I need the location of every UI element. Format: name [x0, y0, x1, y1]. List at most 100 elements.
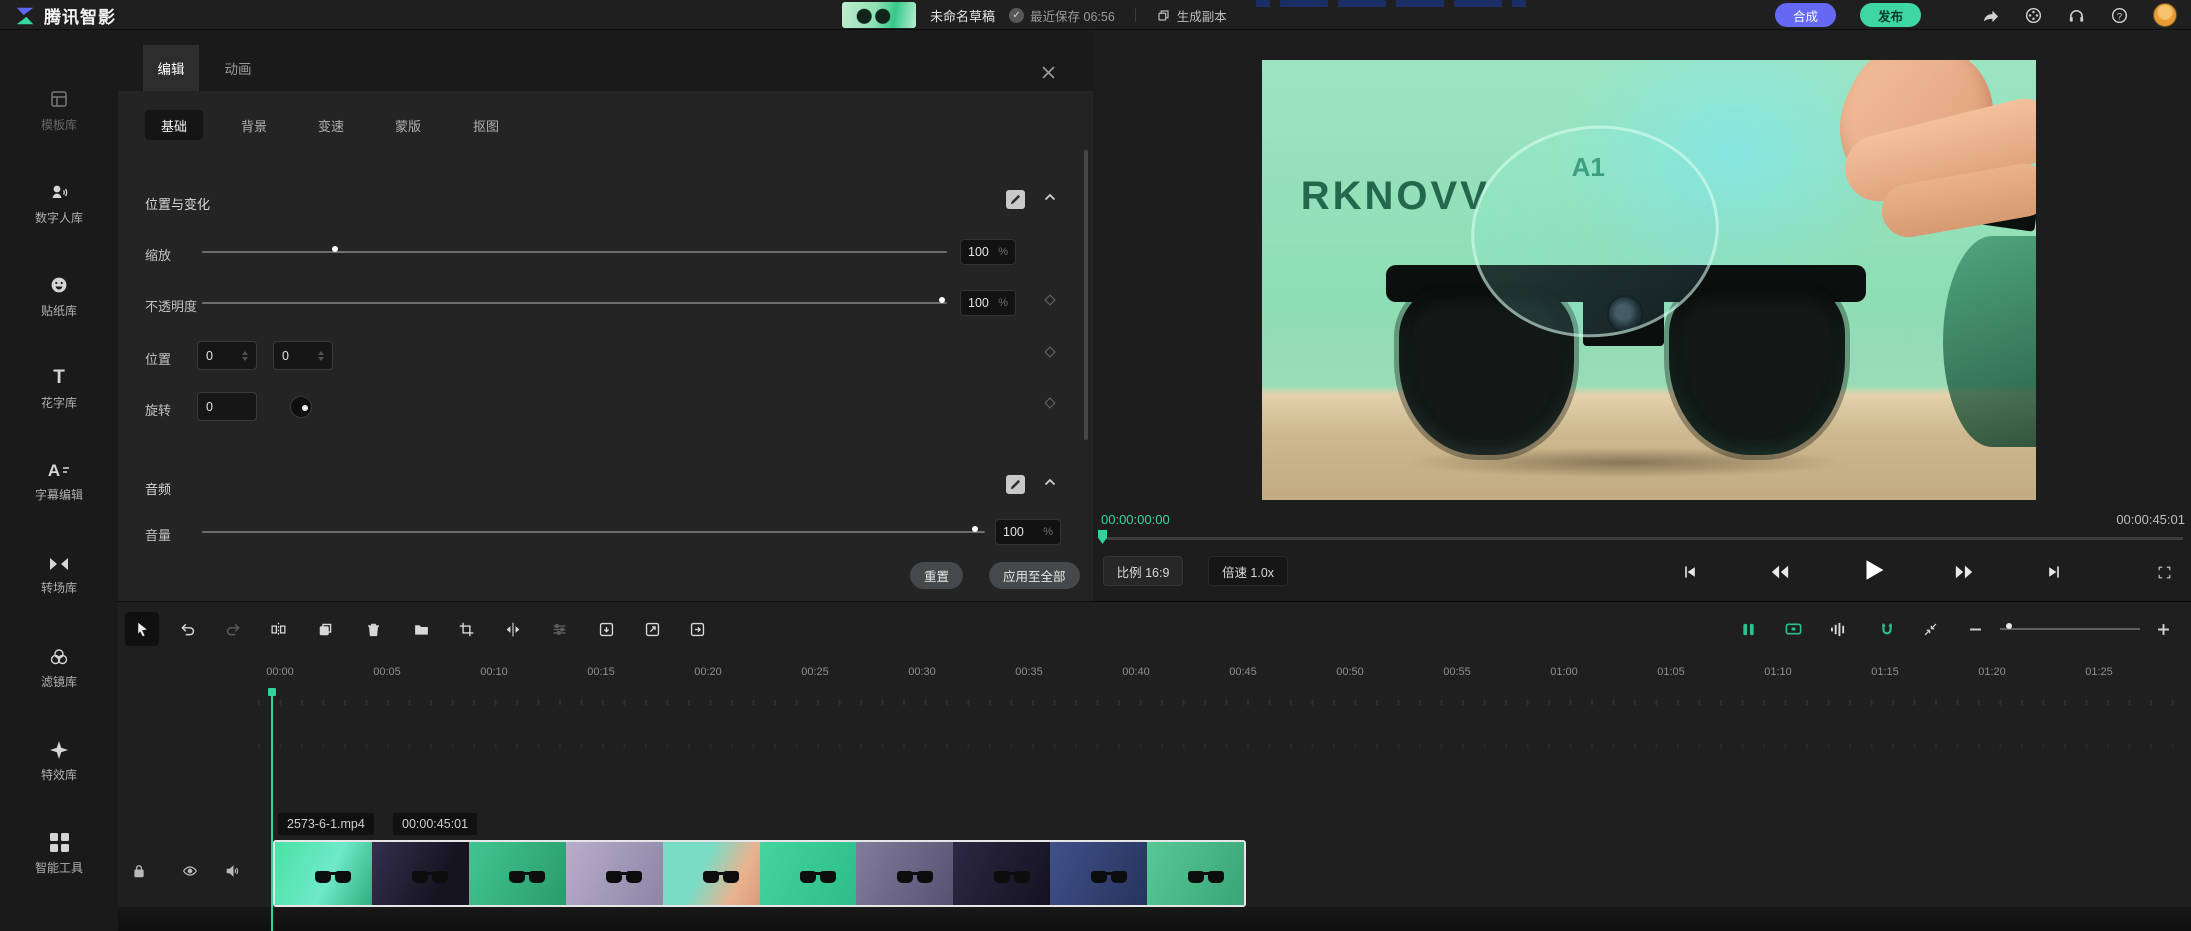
subtab-basic[interactable]: 基础: [145, 110, 203, 140]
subtab-cutout[interactable]: 抠图: [457, 110, 515, 140]
video-clip[interactable]: [273, 840, 1246, 907]
copy-clip-icon[interactable]: [308, 612, 342, 646]
video-brand-text: RKNOVV: [1301, 174, 1490, 219]
draft-name[interactable]: 未命名草稿: [930, 6, 995, 25]
sidebar-item-stickers[interactable]: 贴纸库: [0, 250, 118, 343]
help-icon[interactable]: ?: [2110, 6, 2129, 25]
panel-tabbar: 编辑 动画: [118, 30, 1093, 91]
sidebar-item-subtitles[interactable]: A 字幕编辑: [0, 436, 118, 529]
timeline-playhead[interactable]: [271, 689, 273, 931]
move-right-icon[interactable]: [680, 612, 714, 646]
scale-slider[interactable]: [202, 245, 947, 259]
rotate-knob[interactable]: [290, 396, 312, 418]
crop-icon[interactable]: [449, 612, 483, 646]
sidebar-item-filters[interactable]: 滤镜库: [0, 622, 118, 715]
preview-playhead[interactable]: [1098, 530, 1107, 544]
compose-button[interactable]: 合成: [1775, 3, 1836, 27]
subtab-background[interactable]: 背景: [225, 110, 283, 140]
duplicate-button[interactable]: 生成副本: [1156, 6, 1227, 25]
preview-axis-icon[interactable]: [1776, 612, 1810, 646]
fast-forward-button[interactable]: [1949, 558, 1979, 586]
timeline-ruler[interactable]: 00:00 00:05 00:10 00:15 00:20 00:25 00:3…: [118, 658, 2191, 690]
keyframe-pen-icon[interactable]: [1006, 190, 1025, 209]
collapse-audio-icon[interactable]: [1043, 475, 1057, 489]
pack-folder-icon[interactable]: [404, 612, 438, 646]
opacity-value[interactable]: 100%: [960, 290, 1016, 316]
scale-value[interactable]: 100%: [960, 239, 1016, 265]
preview-video-canvas[interactable]: RKNOVV A1: [1262, 60, 2036, 500]
position-y-input[interactable]: 0: [273, 341, 333, 370]
skip-to-start-button[interactable]: [1675, 558, 1705, 586]
total-time: 00:00:45:01: [2116, 512, 2185, 527]
redo-icon[interactable]: [216, 612, 250, 646]
rotate-keyframe-icon[interactable]: [1044, 397, 1055, 408]
fancy-text-icon: T: [53, 368, 65, 387]
split-icon[interactable]: [261, 612, 295, 646]
rewind-button[interactable]: [1765, 558, 1795, 586]
sidebar-item-templates[interactable]: 模板库: [0, 64, 118, 157]
position-keyframe-icon[interactable]: [1044, 346, 1055, 357]
share-icon[interactable]: [1981, 6, 2000, 25]
position-x-input[interactable]: 0: [197, 341, 257, 370]
lock-track-icon[interactable]: [126, 858, 152, 884]
apply-all-button[interactable]: 应用至全部: [989, 562, 1080, 589]
export-clip-icon[interactable]: [635, 612, 669, 646]
glasses-lens-right: [1664, 280, 1850, 460]
volume-value[interactable]: 100%: [995, 519, 1061, 545]
playback-speed-button[interactable]: 倍速 1.0x: [1208, 556, 1288, 586]
sidebar-item-smart-tools[interactable]: 智能工具: [0, 808, 118, 901]
stepper-icon[interactable]: [242, 351, 248, 361]
sidebar-item-effects[interactable]: 特效库: [0, 715, 118, 808]
clip-frame: [1147, 842, 1244, 905]
templates-icon: [49, 89, 69, 109]
subtab-mask[interactable]: 蒙版: [379, 110, 437, 140]
mirror-flip-icon[interactable]: [496, 612, 530, 646]
tab-animation[interactable]: 动画: [213, 45, 263, 91]
skip-to-end-button[interactable]: [2039, 558, 2069, 586]
app-window: 腾讯智影 未命名草稿 ✓ 最近保存 06:56 生成副本 合成 发布: [0, 0, 2191, 931]
collapse-transform-icon[interactable]: [1043, 190, 1057, 204]
play-button[interactable]: [1855, 552, 1891, 588]
subtab-speed[interactable]: 变速: [302, 110, 360, 140]
volume-label: 音量: [145, 525, 171, 544]
audio-waveform-icon[interactable]: [1821, 612, 1855, 646]
volume-slider[interactable]: [202, 525, 985, 539]
tab-edit[interactable]: 编辑: [143, 45, 199, 91]
snap-magnet-icon[interactable]: [1870, 612, 1904, 646]
film-reel-icon[interactable]: [2024, 6, 2043, 25]
undo-icon[interactable]: [170, 612, 204, 646]
aspect-ratio-button[interactable]: 比例 16:9: [1103, 556, 1183, 586]
panel-scrollbar[interactable]: [1084, 150, 1088, 440]
mute-track-icon[interactable]: [219, 858, 245, 884]
stepper-icon[interactable]: [318, 351, 324, 361]
rotate-input[interactable]: 0: [197, 392, 257, 421]
close-icon[interactable]: [1042, 66, 1055, 79]
sidebar-item-digital-human[interactable]: 数字人库: [0, 157, 118, 250]
zoom-out-icon[interactable]: [1958, 612, 1992, 646]
keyframe-toggle-icon[interactable]: [1731, 612, 1765, 646]
delete-icon[interactable]: [356, 612, 390, 646]
adjust-icon[interactable]: [542, 612, 576, 646]
cursor-tool-icon[interactable]: [125, 612, 159, 646]
clip-frame: [275, 842, 372, 905]
timeline-panel: 00:00 00:05 00:10 00:15 00:20 00:25 00:3…: [118, 601, 2191, 931]
zoom-in-icon[interactable]: [2146, 612, 2180, 646]
publish-button[interactable]: 发布: [1860, 3, 1921, 27]
freeze-frame-icon[interactable]: [589, 612, 623, 646]
opacity-slider[interactable]: [202, 296, 947, 310]
sidebar-item-transitions[interactable]: 转场库: [0, 529, 118, 622]
saved-check-icon: ✓: [1009, 8, 1024, 23]
audio-keyframe-pen-icon[interactable]: [1006, 475, 1025, 494]
timeline-zoom-slider[interactable]: [2000, 628, 2140, 630]
collapse-tracks-icon[interactable]: [1913, 612, 1947, 646]
fullscreen-icon[interactable]: [2149, 558, 2179, 586]
headset-icon[interactable]: [2067, 6, 2086, 25]
clip-frame: [372, 842, 469, 905]
reset-button[interactable]: 重置: [910, 562, 963, 589]
opacity-keyframe-icon[interactable]: [1044, 294, 1055, 305]
user-avatar[interactable]: [2153, 3, 2177, 27]
hide-track-icon[interactable]: [177, 858, 203, 884]
sidebar-item-fancy-text[interactable]: T 花字库: [0, 343, 118, 436]
preview-progress-bar[interactable]: [1101, 537, 2183, 540]
zoom-slider-handle[interactable]: [2006, 623, 2012, 629]
